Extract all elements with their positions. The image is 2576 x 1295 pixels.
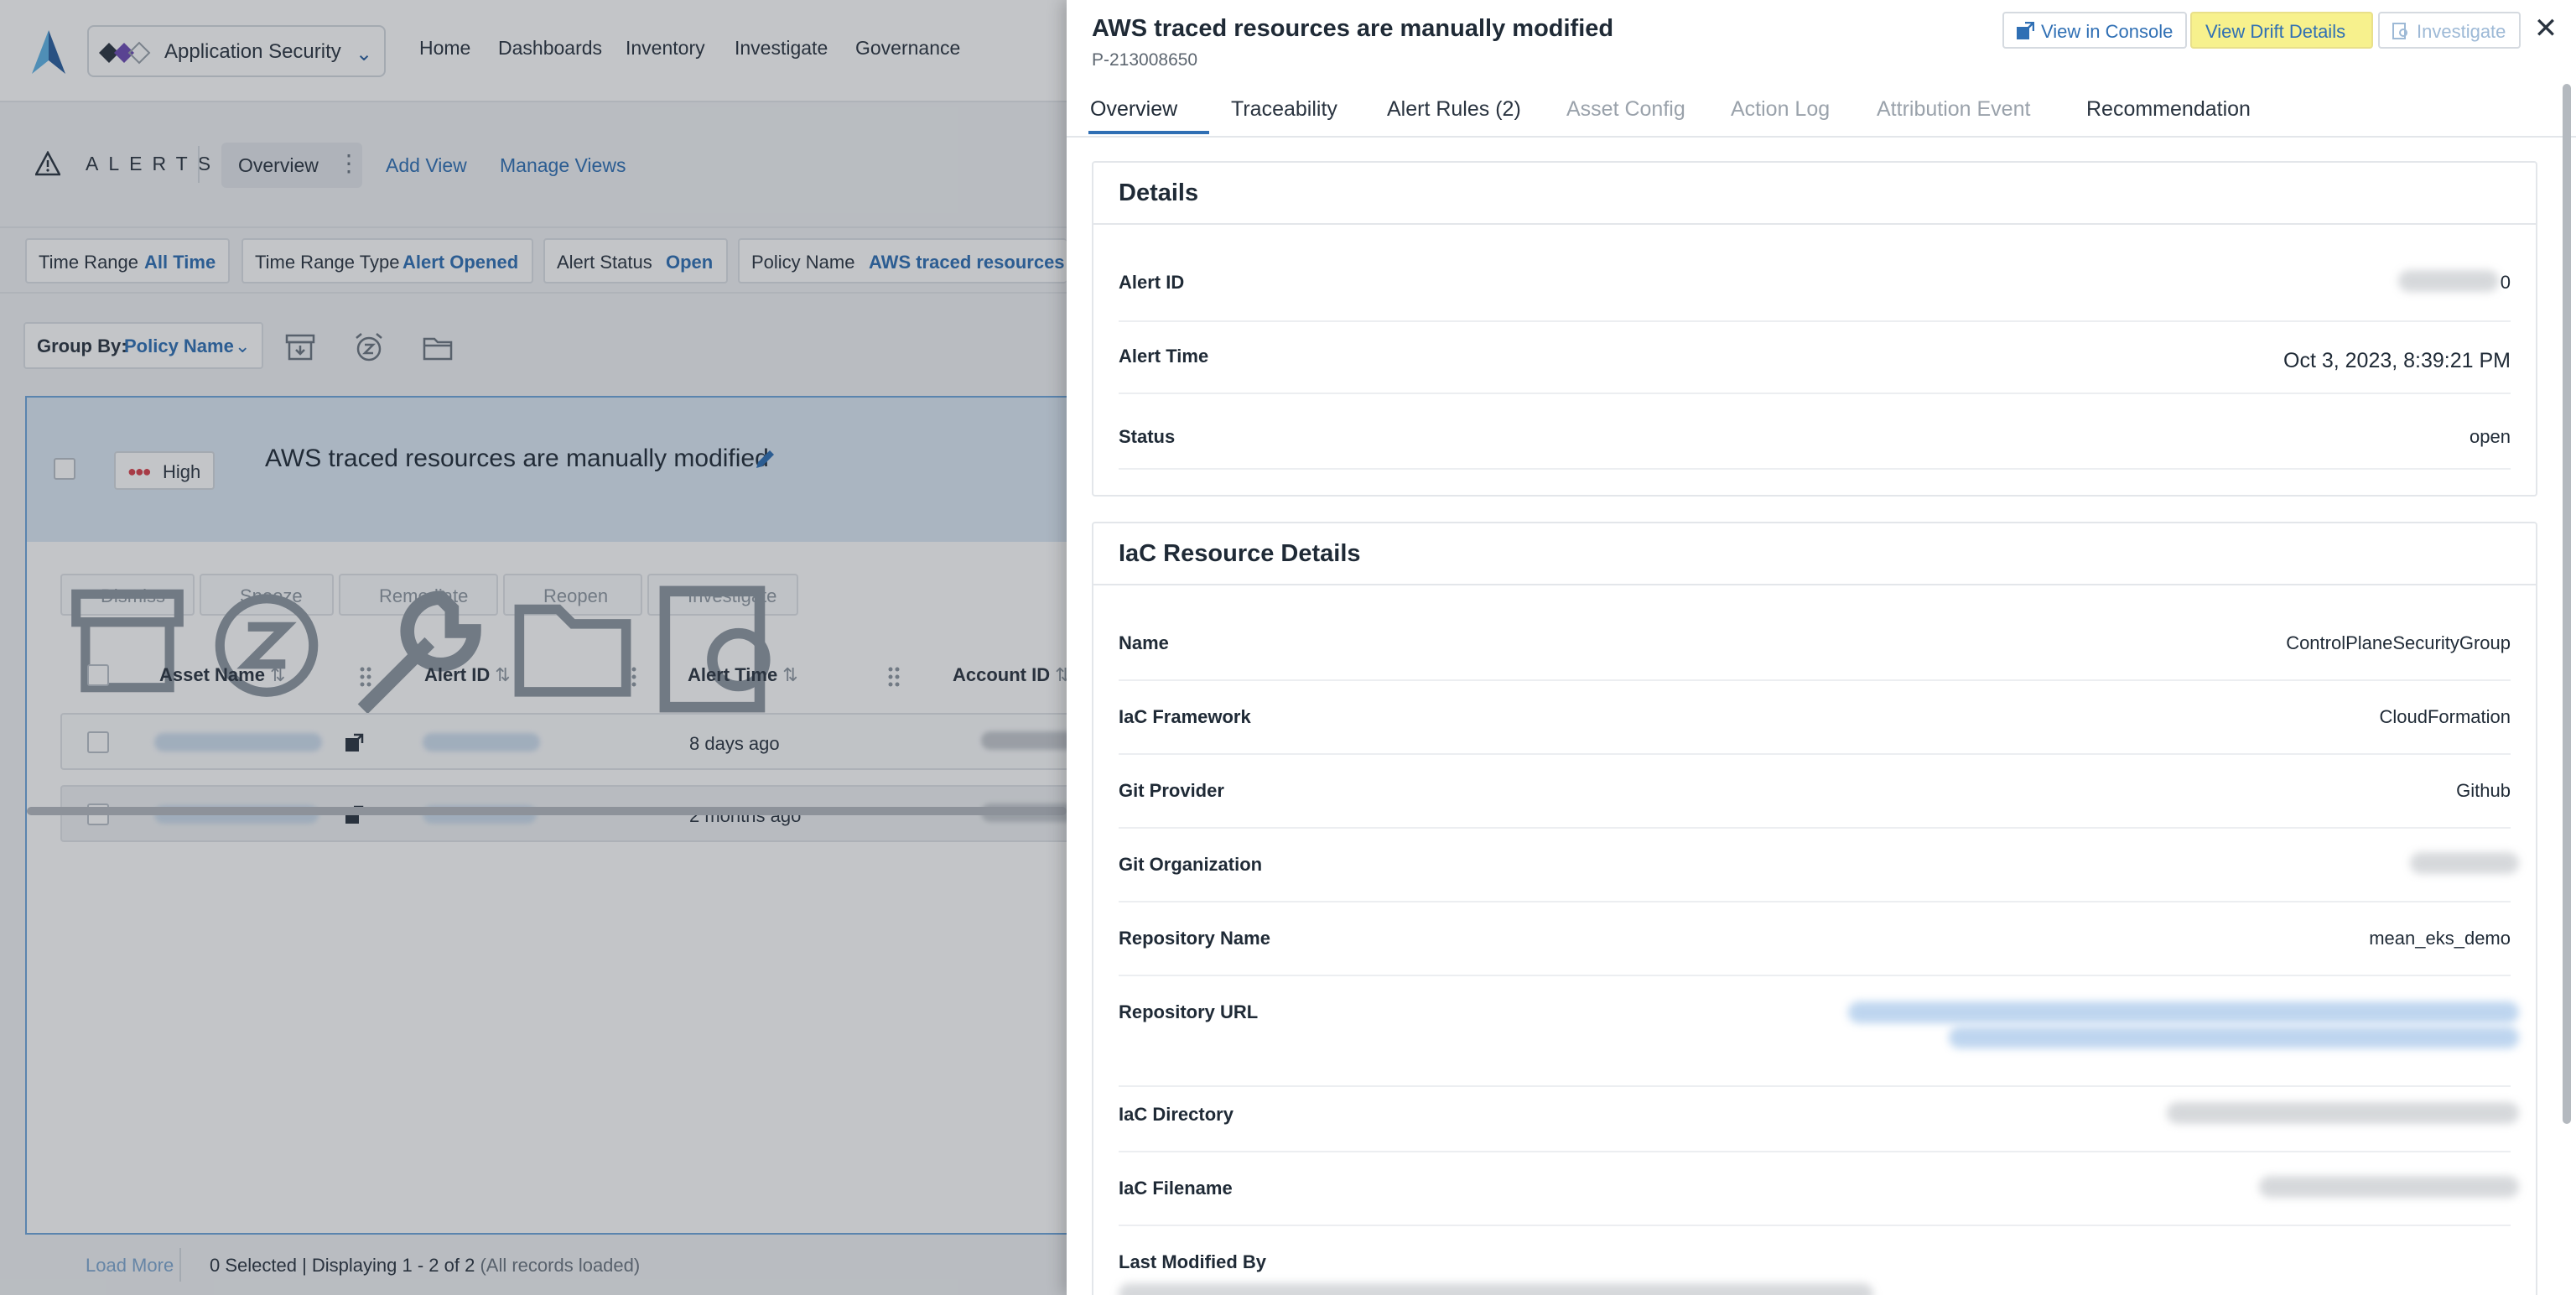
row-divider (1119, 975, 2511, 976)
close-icon[interactable]: ✕ (2529, 10, 2563, 47)
last-modified-by-redacted (1119, 1283, 1873, 1295)
detail-alert-time: Alert Time Oct 3, 2023, 8:39:21 PM (1119, 346, 2511, 413)
row-divider (1119, 901, 2511, 902)
divider (1093, 223, 2536, 225)
active-tab-indicator (1088, 131, 1209, 134)
field-value: open (2470, 426, 2511, 447)
git-organization-redacted (2410, 852, 2519, 874)
detail-alert-id: Alert ID 0 (1119, 270, 2511, 339)
field-label: Status (1119, 426, 1176, 447)
tab-action-log[interactable]: Action Log (1731, 97, 1830, 122)
iac-field-git-organization: Git Organization (1119, 852, 2519, 913)
iac-field-last-modified-by: Last Modified By (1119, 1251, 2511, 1295)
investigate-button[interactable]: Investigate (2378, 12, 2521, 49)
field-label: Alert Time (1119, 346, 1209, 367)
field-value: CloudFormation (2379, 706, 2511, 727)
row-divider (1119, 827, 2511, 829)
drawer-title: AWS traced resources are manually modifi… (1092, 15, 1614, 42)
iac-field-repository-url: Repository URL (1119, 1001, 2519, 1094)
row-divider (1119, 1225, 2511, 1226)
field-value: mean_eks_demo (2369, 928, 2511, 949)
modal-overlay[interactable] (0, 0, 1067, 1295)
vertical-scrollbar[interactable] (2563, 84, 2571, 1124)
row-divider (1119, 1151, 2511, 1152)
policy-id: P-213008650 (1092, 50, 1198, 70)
button-label: View Drift Details (2205, 21, 2346, 42)
row-divider (1119, 468, 2511, 470)
iac-resource-section: IaC Resource Details Name ControlPlaneSe… (1092, 522, 2537, 1295)
field-label: Repository URL (1119, 1001, 1259, 1022)
field-value: Oct 3, 2023, 8:39:21 PM (2283, 349, 2511, 372)
iac-field-framework: IaC Framework CloudFormation (1119, 706, 2511, 765)
tab-recommendation[interactable]: Recommendation (2086, 97, 2251, 122)
iac-field-name: Name ControlPlaneSecurityGroup (1119, 632, 2511, 691)
tab-attribution-event[interactable]: Attribution Event (1877, 97, 2030, 122)
view-in-console-button[interactable]: View in Console (2002, 12, 2187, 49)
iac-field-git-provider: Git Provider Github (1119, 780, 2511, 839)
alert-id-suffix: 0 (2500, 272, 2511, 293)
iac-directory-redacted (2167, 1102, 2519, 1124)
tab-asset-config[interactable]: Asset Config (1566, 97, 1685, 122)
drawer-tabs: Overview Traceability Alert Rules (2) As… (1067, 92, 2576, 138)
repository-url-redacted[interactable] (1949, 1027, 2519, 1048)
iac-filename-redacted (2259, 1176, 2519, 1198)
field-value: Github (2456, 780, 2511, 801)
tab-traceability[interactable]: Traceability (1231, 97, 1337, 122)
investigate-icon (2392, 23, 2407, 39)
row-divider (1119, 320, 2511, 322)
field-label: Alert ID (1119, 272, 1185, 293)
field-label: Repository Name (1119, 928, 1270, 949)
field-label: IaC Framework (1119, 706, 1251, 727)
tab-overview[interactable]: Overview (1090, 97, 1177, 122)
field-label: IaC Directory (1119, 1104, 1233, 1125)
external-link-icon (2017, 22, 2034, 39)
field-label: Git Provider (1119, 780, 1224, 801)
tab-alert-rules[interactable]: Alert Rules (2) (1387, 97, 1521, 122)
view-drift-details-button[interactable]: View Drift Details (2190, 12, 2373, 49)
divider (1093, 584, 2536, 585)
field-label: Last Modified By (1119, 1251, 1267, 1272)
field-label: IaC Filename (1119, 1178, 1233, 1199)
detail-status: Status open (1119, 426, 2511, 485)
section-title: Details (1119, 179, 1199, 206)
iac-field-directory: IaC Directory (1119, 1102, 2519, 1162)
row-divider (1119, 679, 2511, 681)
field-label: Name (1119, 632, 1169, 653)
row-divider (1119, 1085, 2511, 1087)
alert-id-redacted (2398, 270, 2499, 292)
button-label: View in Console (2041, 21, 2174, 42)
section-title: IaC Resource Details (1119, 540, 1361, 567)
row-divider (1119, 393, 2511, 394)
button-label: Investigate (2417, 21, 2506, 42)
field-value: ControlPlaneSecurityGroup (2286, 632, 2511, 653)
alert-detail-drawer: AWS traced resources are manually modifi… (1067, 0, 2576, 1295)
details-section: Details Alert ID 0 Alert Time Oct 3, 202… (1092, 161, 2537, 497)
row-divider (1119, 753, 2511, 755)
repository-url-redacted[interactable] (1848, 1001, 2519, 1023)
iac-field-filename: IaC Filename (1119, 1176, 2519, 1236)
field-label: Git Organization (1119, 854, 1263, 875)
iac-field-repository-name: Repository Name mean_eks_demo (1119, 928, 2511, 986)
